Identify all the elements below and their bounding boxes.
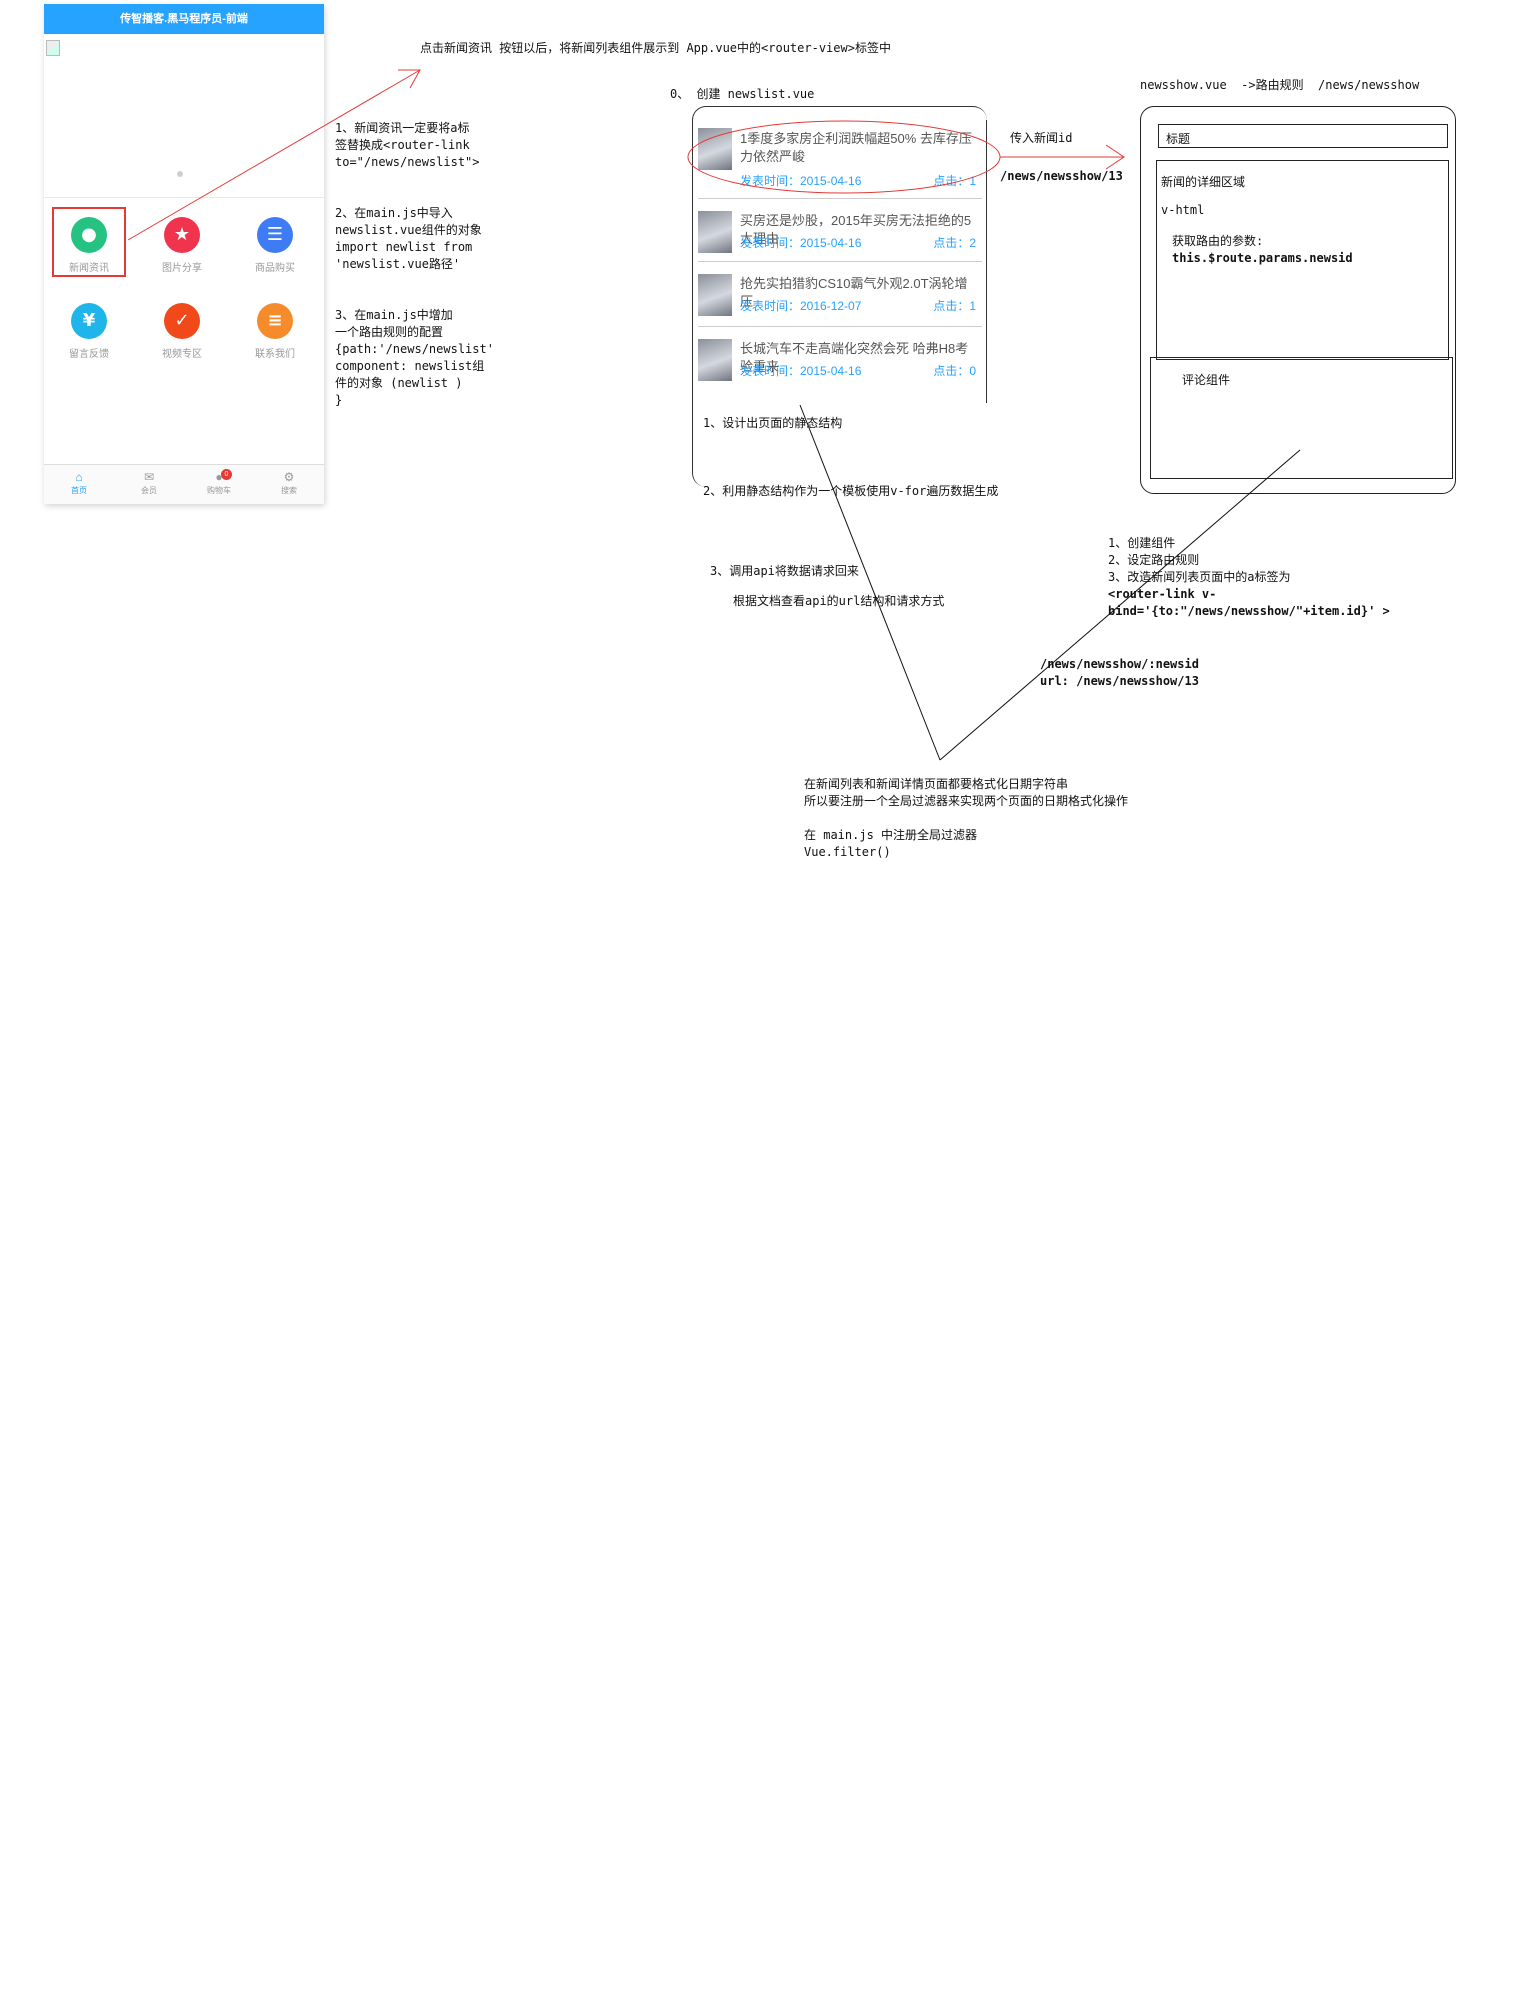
black-line-left [799, 404, 941, 761]
black-line-right [939, 449, 1301, 761]
red-arrowhead [398, 69, 421, 89]
red-ellipse [687, 120, 1001, 194]
connector-lines [127, 69, 1301, 761]
red-arrow-line [127, 69, 421, 241]
